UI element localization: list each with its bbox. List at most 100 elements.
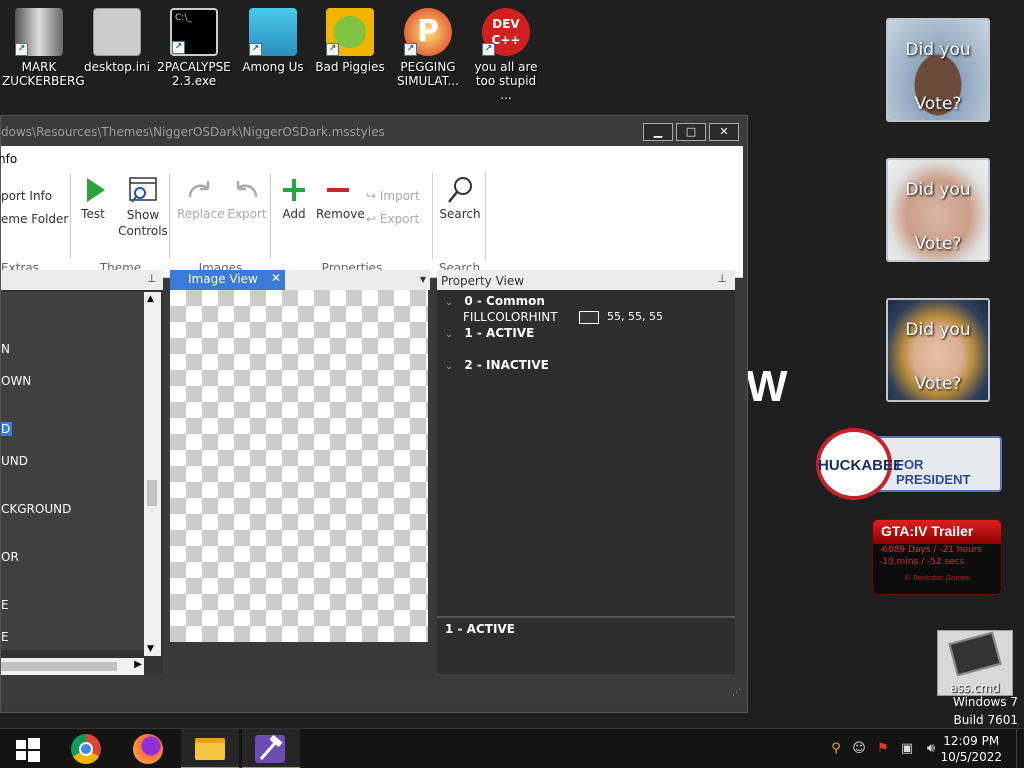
vertical-scrollbar[interactable]: ▲ ▼ bbox=[144, 292, 161, 656]
desktop-icon-bad-piggies[interactable]: ↗ Bad Piggies bbox=[313, 2, 387, 74]
gta-line-2: -10 mins / -52 secs bbox=[879, 557, 965, 567]
property-group[interactable]: ⌄ 1 - ACTIVE bbox=[445, 326, 534, 340]
magnifier-icon bbox=[445, 175, 475, 205]
action-center-flag-icon[interactable]: ⚑ bbox=[875, 741, 891, 757]
start-button[interactable] bbox=[0, 729, 58, 768]
desktop-icon-among-us[interactable]: ↗ Among Us bbox=[236, 2, 310, 74]
search-button[interactable]: Search bbox=[438, 175, 482, 221]
windows-watermark-2: Build 7601 bbox=[953, 713, 1018, 727]
peggle-icon: P ↗ bbox=[404, 8, 452, 56]
menu-bar: nfo bbox=[0, 146, 743, 169]
pig-icon: ↗ bbox=[326, 8, 374, 56]
list-item[interactable]: N bbox=[1, 342, 10, 356]
image-view-pane: Image View ✕ ▼ bbox=[170, 270, 430, 674]
windows-logo-icon bbox=[16, 738, 40, 762]
huckabee-badge: HUCKABEE bbox=[816, 428, 903, 500]
vote-gadget-3[interactable]: Did you Vote? bbox=[886, 298, 990, 402]
show-desktop-button[interactable] bbox=[1016, 729, 1024, 768]
property-group[interactable]: ⌄ 2 - INACTIVE bbox=[445, 358, 549, 372]
vote-gadget-1[interactable]: Did you Vote? bbox=[886, 18, 990, 122]
desktop-icon-pegging-simulator[interactable]: P ↗ PEGGING SIMULAT... bbox=[391, 2, 465, 88]
desktop-icon-devcpp[interactable]: DEV C++ ↗ you all are too stupid ... bbox=[469, 2, 543, 102]
taskbar-chrome[interactable] bbox=[58, 729, 116, 768]
show-controls-button[interactable]: Show Controls bbox=[118, 175, 168, 239]
pin-icon[interactable]: ⊥ bbox=[147, 272, 157, 285]
batch-file-icon bbox=[948, 631, 1002, 677]
import-arrow-icon: ↪ bbox=[366, 189, 377, 203]
theme-folder-button[interactable]: eme Folder bbox=[1, 212, 68, 226]
add-property-button[interactable]: Add bbox=[278, 175, 310, 221]
maximize-button[interactable]: □ bbox=[676, 123, 706, 141]
desktop-icon-mark-zuckerberg[interactable]: ↗ MARK ZUCKERBERG bbox=[2, 2, 85, 88]
book-icon: ↗ bbox=[15, 8, 63, 56]
huckabee-gadget[interactable]: FOR PRESIDENT HUCKABEE bbox=[816, 428, 1004, 500]
export-property-button[interactable]: ↩ Export bbox=[366, 212, 419, 226]
tab-image-view[interactable]: Image View ✕ bbox=[170, 270, 285, 290]
chevron-down-icon: ⌄ bbox=[445, 362, 453, 372]
taskbar-theme-editor[interactable] bbox=[242, 729, 300, 768]
gta-line-1: -6889 Days / -21 hours bbox=[879, 545, 983, 555]
replace-button[interactable]: Replace bbox=[177, 175, 224, 221]
ribbon-group-images: Replace Export Images bbox=[171, 173, 271, 275]
menu-info[interactable]: nfo bbox=[0, 152, 17, 166]
property-row[interactable]: FILLCOLORHINT 55, 55, 55 bbox=[463, 310, 663, 324]
firefox-icon bbox=[133, 734, 163, 764]
ribbon-group-extras: port Info eme Folder Extras bbox=[1, 173, 71, 275]
ribbon-toolbar: port Info eme Folder Extras Test Show Co… bbox=[1, 169, 743, 278]
devcpp-icon: DEV C++ ↗ bbox=[482, 8, 530, 56]
redo-arrow-icon bbox=[184, 175, 214, 205]
desktop-icon-ass-cmd[interactable]: ass.cmd bbox=[937, 630, 1013, 696]
export-arrow-icon: ↩ bbox=[366, 212, 377, 226]
system-clock[interactable]: 12:09 PM 10/5/2022 bbox=[940, 733, 1002, 765]
settings-file-icon bbox=[93, 8, 141, 56]
console-icon: C:\_ ↗ bbox=[170, 8, 218, 56]
hammer-icon bbox=[255, 734, 285, 763]
window-title: dows\Resources\Themes\NiggerOSDark\Nigge… bbox=[1, 125, 385, 139]
search-tray-icon[interactable]: ⚲ bbox=[828, 741, 844, 757]
list-item[interactable]: E bbox=[1, 630, 9, 644]
pin-icon[interactable]: ⊥ bbox=[717, 272, 727, 285]
undo-arrow-icon bbox=[232, 175, 262, 205]
volume-icon[interactable]: 🔊︎ bbox=[923, 741, 939, 757]
minimize-button[interactable]: ▁ bbox=[643, 123, 673, 141]
theme-editor-window[interactable]: dows\Resources\Themes\NiggerOSDark\Nigge… bbox=[0, 115, 748, 713]
folder-icon bbox=[195, 738, 225, 760]
gta-footer: © Rockstar Games bbox=[903, 574, 971, 582]
scroll-down-icon[interactable]: ▼ bbox=[147, 644, 154, 654]
close-button[interactable]: ✕ bbox=[709, 123, 739, 141]
test-button[interactable]: Test bbox=[78, 175, 108, 221]
horizontal-scrollbar[interactable]: ▶ bbox=[1, 658, 144, 675]
list-item[interactable]: E bbox=[1, 598, 9, 612]
taskbar-file-explorer[interactable] bbox=[181, 729, 239, 768]
ribbon-group-properties: Add Remove ↪ Import ↩ Export Properties bbox=[272, 173, 433, 275]
close-tab-icon[interactable]: ✕ bbox=[271, 271, 281, 285]
scroll-thumb[interactable] bbox=[147, 480, 157, 506]
class-list[interactable]: N OWN D UND CKGROUND OR E E bbox=[1, 292, 144, 650]
remove-property-button[interactable]: Remove bbox=[316, 175, 365, 221]
list-item-selected[interactable]: D bbox=[1, 422, 13, 436]
scroll-right-icon[interactable]: ▶ bbox=[134, 659, 142, 670]
list-item[interactable]: OR bbox=[1, 550, 19, 564]
scroll-thumb-horizontal[interactable] bbox=[1, 662, 117, 671]
desktop-icon-desktop-ini[interactable]: desktop.ini bbox=[80, 2, 154, 74]
gta-countdown-gadget[interactable]: GTA:IV Trailer -6889 Days / -21 hours -1… bbox=[872, 519, 1002, 595]
vote-gadget-2[interactable]: Did you Vote? bbox=[886, 158, 990, 262]
export-image-button[interactable]: Export bbox=[227, 175, 267, 221]
list-item[interactable]: CKGROUND bbox=[1, 502, 71, 516]
property-group[interactable]: ⌄ 0 - Common bbox=[445, 294, 545, 308]
emoji-tray-icon[interactable]: ☺ bbox=[851, 741, 867, 757]
ribbon-group-theme: Test Show Controls Theme bbox=[72, 173, 170, 275]
list-item[interactable]: OWN bbox=[1, 374, 31, 388]
taskbar-firefox[interactable] bbox=[120, 729, 178, 768]
import-property-button[interactable]: ↪ Import bbox=[366, 189, 420, 203]
import-info-button[interactable]: port Info bbox=[1, 189, 52, 203]
list-item[interactable]: UND bbox=[1, 454, 28, 468]
color-swatch bbox=[579, 311, 599, 324]
image-preview-canvas[interactable] bbox=[170, 290, 428, 642]
network-icon[interactable]: ▣ bbox=[899, 741, 915, 757]
window-titlebar[interactable]: dows\Resources\Themes\NiggerOSDark\Nigge… bbox=[1, 116, 747, 146]
chevron-down-icon[interactable]: ▼ bbox=[420, 275, 426, 284]
resize-grip-icon[interactable]: ⋰ bbox=[732, 688, 741, 698]
scroll-up-icon[interactable]: ▲ bbox=[147, 294, 154, 304]
desktop-icon-2pacalypse[interactable]: C:\_ ↗ 2PACALYPSE 2.3.exe bbox=[157, 2, 231, 88]
